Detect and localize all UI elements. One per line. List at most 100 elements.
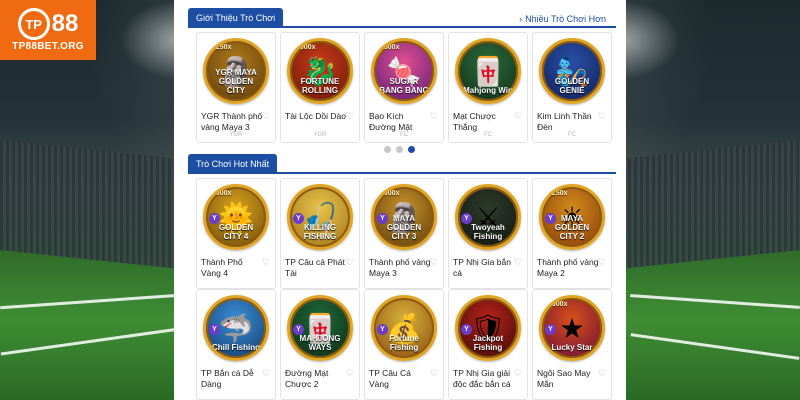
game-title[interactable]: YGR Thành phố vàng Maya 3: [201, 111, 263, 133]
general-icon: Y 🛡 Jackpot Fishing: [455, 295, 521, 361]
game-card[interactable]: Y 💰 Fortune Fishing TP Câu Cá Vàng ♡: [364, 289, 444, 400]
game-thumbnail[interactable]: Y 🎣 KILLING FISHING: [283, 181, 357, 253]
game-thumbnail[interactable]: Y 🀄 MAHJONG WAYS: [283, 292, 357, 364]
game-thumbnail[interactable]: Y 🛡 Jackpot Fishing: [451, 292, 525, 364]
game-logo-text: Lucky Star: [551, 343, 593, 352]
brand-logo[interactable]: TP 88 TP88BET.ORG: [0, 0, 96, 60]
game-title[interactable]: TP Nhị Gia bắn cá: [453, 257, 515, 279]
game-thumbnail[interactable]: 1000x Y 🌞 GOLDEN CITY 4: [199, 181, 273, 253]
game-title[interactable]: TP Bắn cá Dễ Dàng: [201, 368, 263, 390]
hot-section-header: Trò Chơi Hot Nhất: [188, 152, 616, 174]
multiplier-badge: 1250x: [548, 190, 568, 197]
maya-temple-icon: 7250x 🗿 YGR MAYA GOLDEN CITY: [203, 38, 269, 104]
game-thumbnail[interactable]: 🧞 GOLDEN GENIE: [535, 35, 609, 107]
favorite-heart-icon[interactable]: ♡: [430, 257, 438, 268]
sun-mask-icon: 1250x Y ☀ MAYA GOLDEN CITY 2: [539, 184, 605, 250]
game-title[interactable]: Tài Lộc Dồi Dào: [285, 111, 347, 122]
brand-number: 88: [51, 10, 79, 37]
game-thumbnail[interactable]: 🀄 Mahjong Win: [451, 35, 525, 107]
game-logo-text: MAHJONG WAYS: [299, 334, 341, 352]
game-card[interactable]: Y 🀄 MAHJONG WAYS Đường Mạt Chược 2 ♡: [280, 289, 360, 400]
game-logo-text: MAYA GOLDEN CITY 3: [386, 214, 422, 241]
game-title[interactable]: TP Câu Cá Vàng: [369, 368, 431, 390]
golden-face-icon: 1000x Y 🌞 GOLDEN CITY 4: [203, 184, 269, 250]
game-title[interactable]: TP Nhị Gia giải độc đắc bắn cá: [453, 368, 515, 390]
game-card[interactable]: Y 🦈 Chill Fishing TP Bắn cá Dễ Dàng ♡: [196, 289, 276, 400]
game-thumbnail[interactable]: 5000x Y ★ Lucky Star: [535, 292, 609, 364]
game-title[interactable]: Kim Linh Thần Đèn: [537, 111, 599, 133]
multiplier-badge: 1000x: [212, 190, 232, 197]
game-card[interactable]: Y ⚔ Twoyeah Fishing TP Nhị Gia bắn cá ♡: [448, 178, 528, 289]
game-card[interactable]: 2500x 🍬 SUGAR BANG BANG Bạo Kích Đường Mật ♡…: [364, 32, 444, 143]
provider-label: FC: [568, 132, 576, 138]
favorite-heart-icon[interactable]: ♡: [598, 368, 606, 379]
tab-hot-games[interactable]: Trò Chơi Hot Nhất: [188, 154, 278, 174]
favorite-heart-icon[interactable]: ♡: [598, 111, 606, 122]
favorite-heart-icon[interactable]: ♡: [514, 257, 522, 268]
favorite-heart-icon[interactable]: ♡: [346, 111, 354, 122]
game-thumbnail[interactable]: 2500x 🍬 SUGAR BANG BANG: [367, 35, 441, 107]
favorite-heart-icon[interactable]: ♡: [262, 257, 270, 268]
game-logo-text: MAYA GOLDEN CITY 2: [554, 214, 590, 241]
provider-label: FC: [484, 132, 492, 138]
chevron-right-icon: ›: [519, 14, 523, 24]
game-logo-text: KILLING FISHING: [303, 223, 337, 241]
stadium-stand-left: [0, 140, 190, 270]
game-thumbnail[interactable]: 1250x Y ☀ MAYA GOLDEN CITY 2: [535, 181, 609, 253]
game-card[interactable]: Y 🎣 KILLING FISHING TP Câu cá Phát Tài ♡: [280, 178, 360, 289]
game-title[interactable]: Đường Mạt Chược 2: [285, 368, 347, 390]
provider-label: FC: [400, 132, 408, 138]
game-logo-text: YGR MAYA GOLDEN CITY: [215, 68, 257, 95]
mahjong-tile-icon: 🀄 Mahjong Win: [455, 38, 521, 104]
game-thumbnail[interactable]: 1000x 🐉 FORTUNE ROLLING: [283, 35, 357, 107]
mahjong-icon: Y 🀄 MAHJONG WAYS: [287, 295, 353, 361]
shark-icon: Y 🦈 Chill Fishing: [203, 295, 269, 361]
multiplier-badge: 1000x: [380, 190, 400, 197]
game-card[interactable]: 1000x 🐉 FORTUNE ROLLING Tài Lộc Dồi Dào ♡ YGR: [280, 32, 360, 143]
brand-site: TP88BET.ORG: [12, 41, 84, 52]
multiplier-badge: 1000x: [296, 44, 316, 51]
favorite-heart-icon[interactable]: ♡: [262, 368, 270, 379]
game-logo-text: Chill Fishing: [212, 343, 260, 352]
game-thumbnail[interactable]: 1000x Y 🗿 MAYA GOLDEN CITY 3: [367, 181, 441, 253]
game-title[interactable]: Thành Phố Vàng 4: [201, 257, 263, 279]
favorite-heart-icon[interactable]: ♡: [430, 368, 438, 379]
game-card[interactable]: 7250x 🗿 YGR MAYA GOLDEN CITY YGR Thành phố …: [196, 32, 276, 143]
favorite-heart-icon[interactable]: ♡: [262, 111, 270, 122]
favorite-heart-icon[interactable]: ♡: [346, 257, 354, 268]
game-logo-text: GOLDEN CITY 4: [218, 223, 254, 241]
favorite-heart-icon[interactable]: ♡: [430, 111, 438, 122]
game-title[interactable]: Thành phố vàng Maya 2: [537, 257, 599, 279]
game-logo-text: Jackpot Fishing: [472, 334, 504, 352]
game-title[interactable]: Mạt Chược Thắng: [453, 111, 515, 133]
game-title[interactable]: Thành phố vàng Maya 3: [369, 257, 431, 279]
game-card[interactable]: 🀄 Mahjong Win Mạt Chược Thắng ♡ FC: [448, 32, 528, 143]
game-card[interactable]: 5000x Y ★ Lucky Star Ngôi Sao May Mắn ♡: [532, 289, 612, 400]
maya-temple-icon: 1000x Y 🗿 MAYA GOLDEN CITY 3: [371, 184, 437, 250]
favorite-heart-icon[interactable]: ♡: [514, 111, 522, 122]
game-thumbnail[interactable]: 7250x 🗿 YGR MAYA GOLDEN CITY: [199, 35, 273, 107]
game-card[interactable]: Y 🛡 Jackpot Fishing TP Nhị Gia giải độc đắc…: [448, 289, 528, 400]
game-title[interactable]: TP Câu cá Phát Tài: [285, 257, 347, 279]
more-games-link[interactable]: › Nhiều Trò Chơi Hơn: [519, 14, 606, 24]
game-logo-text: Mahjong Win: [463, 86, 513, 95]
game-logo-text: FORTUNE ROLLING: [300, 77, 340, 95]
tp-mark-icon: TP: [17, 8, 50, 40]
game-thumbnail[interactable]: Y 💰 Fortune Fishing: [367, 292, 441, 364]
game-thumbnail[interactable]: Y ⚔ Twoyeah Fishing: [451, 181, 525, 253]
favorite-heart-icon[interactable]: ♡: [598, 257, 606, 268]
game-card[interactable]: 🧞 GOLDEN GENIE Kim Linh Thần Đèn ♡ FC: [532, 32, 612, 143]
favorite-heart-icon[interactable]: ♡: [514, 368, 522, 379]
provider-y-icon: Y: [209, 324, 220, 335]
game-card[interactable]: 1000x Y 🌞 GOLDEN CITY 4 Thành Phố Vàng 4 ♡: [196, 178, 276, 289]
game-thumbnail[interactable]: Y 🦈 Chill Fishing: [199, 292, 273, 364]
game-title[interactable]: Ngôi Sao May Mắn: [537, 368, 599, 390]
tab-intro-games[interactable]: Giới Thiệu Trò Chơi: [188, 8, 284, 28]
game-title[interactable]: Bạo Kích Đường Mật: [369, 111, 431, 133]
game-art-icon: ★: [559, 312, 585, 344]
game-card[interactable]: 1250x Y ☀ MAYA GOLDEN CITY 2 Thành phố vàng …: [532, 178, 612, 289]
warrior-icon: Y ⚔ Twoyeah Fishing: [455, 184, 521, 250]
game-card[interactable]: 1000x Y 🗿 MAYA GOLDEN CITY 3 Thành phố vàng …: [364, 178, 444, 289]
game-logo-text: GOLDEN GENIE: [554, 77, 590, 95]
favorite-heart-icon[interactable]: ♡: [346, 368, 354, 379]
